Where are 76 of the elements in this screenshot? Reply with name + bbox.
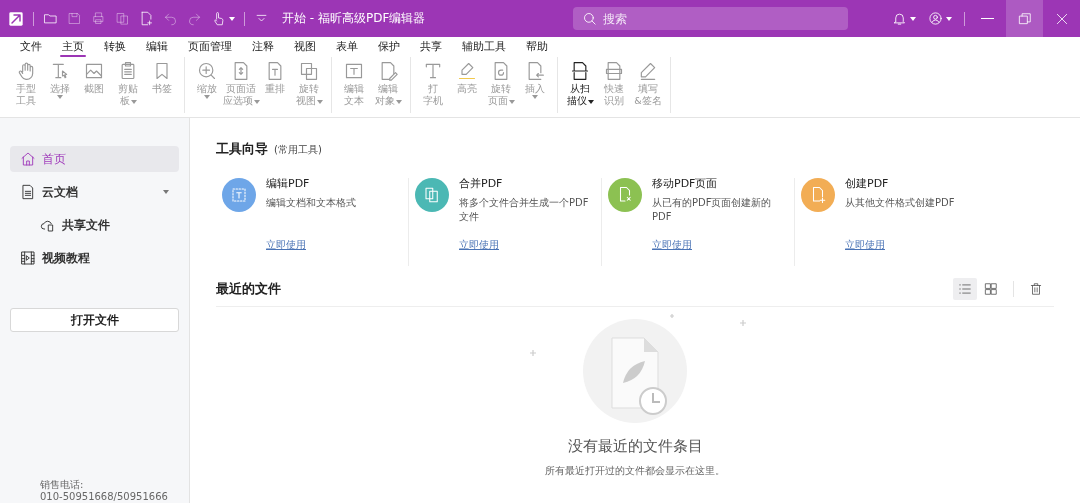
account-button[interactable] (928, 11, 952, 26)
menu-tab[interactable]: 共享 (410, 39, 452, 57)
menu-tab[interactable]: 转换 (94, 39, 136, 57)
sidebar-item[interactable]: 视频教程 (10, 245, 179, 271)
phone-label: 销售电话: (40, 479, 85, 491)
tool-title: 移动PDF页面 (652, 176, 719, 191)
menu-tab[interactable]: 文件 (10, 39, 52, 57)
text-cursor-icon (50, 61, 70, 81)
empty-state-text: 所有最近打开过的文件都会显示在这里。 (545, 464, 725, 478)
empty-state-title: 没有最近的文件条目 (567, 437, 703, 456)
menu-tab[interactable]: 保护 (368, 39, 410, 57)
sidebar-item[interactable]: 首页 (10, 146, 179, 172)
zoom-in-icon (197, 61, 217, 81)
menu-tab[interactable]: 视图 (284, 39, 326, 57)
use-now-link[interactable]: 立即使用 (845, 238, 885, 252)
tool-description: 编辑文档和文本格式 (266, 196, 357, 210)
menu-tab[interactable]: 页面管理 (178, 39, 242, 57)
open-file-button[interactable]: 打开文件 (10, 308, 179, 332)
phone-number: 010-50951668/50951666 (40, 491, 169, 503)
use-now-link[interactable]: 立即使用 (459, 238, 499, 252)
folder-icon[interactable] (43, 11, 58, 26)
video-icon (20, 250, 36, 266)
pages-icon[interactable] (115, 11, 130, 26)
document-icon (20, 184, 36, 200)
redo-icon[interactable] (187, 11, 202, 26)
hand-icon (16, 61, 36, 81)
tool-title: 合并PDF (459, 176, 504, 191)
menu-tab[interactable]: 编辑 (136, 39, 178, 57)
tool-description: 从已有的PDF页面创建新的PDF (652, 196, 773, 224)
section-title: 最近的文件 (216, 280, 281, 298)
scanner-icon (570, 61, 590, 81)
tool-title: 编辑PDF (266, 176, 311, 191)
text-box-icon (344, 61, 364, 81)
image-icon (84, 61, 104, 81)
use-now-link[interactable]: 立即使用 (266, 238, 306, 252)
sidebar-item[interactable]: 共享文件 (10, 212, 179, 238)
window-title: 开始 - 福昕高级PDF编辑器 (282, 10, 426, 27)
bell-icon (892, 11, 907, 26)
minimize-icon (981, 17, 994, 20)
menu-tab[interactable]: 辅助工具 (452, 39, 516, 57)
ribbon-tool-button[interactable]: 从扫 描仪 (564, 61, 596, 113)
home-icon (20, 151, 36, 167)
save-icon[interactable] (67, 11, 82, 26)
highlighter-icon (457, 61, 477, 81)
tool-description: 将多个文件合并生成一个PDF文件 (459, 196, 590, 224)
pages-icon (423, 186, 441, 204)
section-title: 工具向导 (216, 140, 268, 158)
list-view-button[interactable] (953, 278, 977, 300)
new-file-icon[interactable] (139, 11, 154, 26)
menu-tab[interactable]: 主页 (52, 39, 94, 57)
text-frame-icon (230, 186, 248, 204)
print-icon[interactable] (91, 11, 106, 26)
text-icon (423, 61, 443, 81)
sidebar-item[interactable]: 云文档 (10, 179, 179, 205)
restore-icon (1017, 11, 1032, 26)
use-now-link[interactable]: 立即使用 (652, 238, 692, 252)
search-field[interactable]: 搜索 (573, 7, 849, 30)
list-icon (958, 282, 972, 296)
grid-icon (984, 282, 998, 296)
section-subtitle: (常用工具) (274, 143, 322, 157)
tool-description: 从其他文件格式创建PDF (845, 196, 956, 210)
search-icon (582, 11, 598, 26)
undo-icon[interactable] (163, 11, 178, 26)
close-icon (1054, 11, 1069, 26)
menu-tab[interactable]: 表单 (326, 39, 368, 57)
notifications-button[interactable] (892, 11, 916, 26)
tool-title: 创建PDF (845, 176, 890, 191)
menu-tab[interactable]: 帮助 (516, 39, 558, 57)
pen-icon (638, 61, 658, 81)
restore-button[interactable] (1006, 0, 1043, 37)
menu-tab[interactable]: 注释 (242, 39, 284, 57)
hand-icon (211, 11, 226, 26)
app-logo-icon (8, 10, 24, 27)
hand-tool-button[interactable] (211, 11, 235, 26)
user-icon (928, 11, 943, 26)
trash-icon (1029, 282, 1043, 296)
